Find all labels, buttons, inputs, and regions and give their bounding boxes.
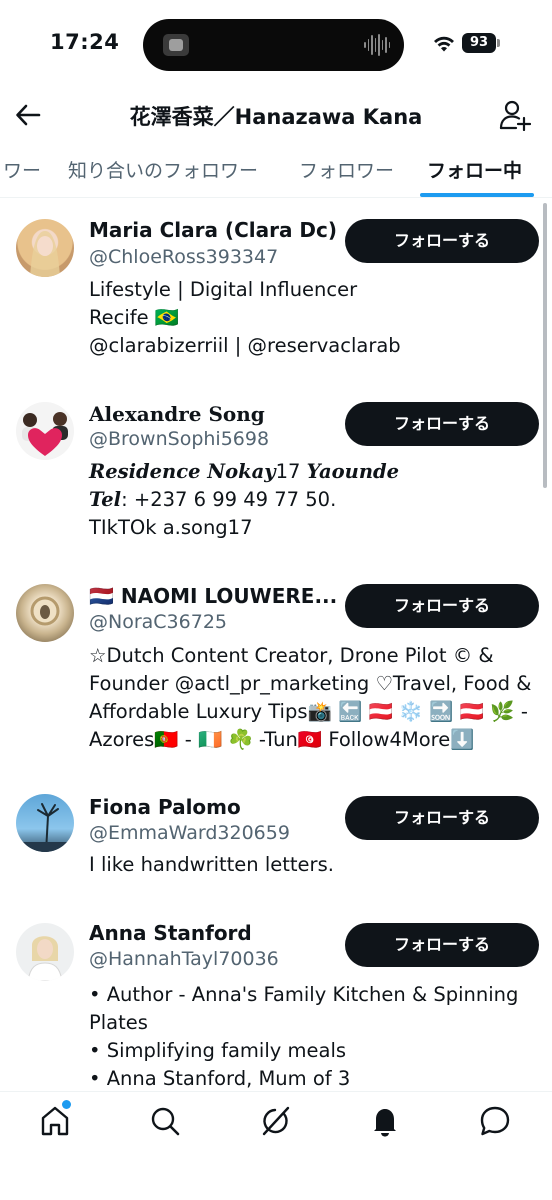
bio-line: • Simplifying family meals <box>89 1039 347 1062</box>
bio-line: Lifestyle | Digital Influencer <box>89 278 358 301</box>
user-handle: @NoraC36725 <box>89 611 228 633</box>
user-handle: @ChloeRoss393347 <box>89 246 279 268</box>
tab-known-followers[interactable]: 知り合いのフォロワー <box>68 156 258 183</box>
user-bio: ☆Dutch Content Creator, Drone Pilot © & … <box>89 642 539 754</box>
bio-city: Yaounde <box>306 460 400 483</box>
tab-followers-partial[interactable]: ワー <box>3 156 41 183</box>
user-bio: Residence Nokay17 Yaounde Tel: +237 6 99… <box>89 458 539 542</box>
bio-line: I like handwritten letters. <box>89 853 334 876</box>
battery-tip <box>497 39 500 47</box>
avatar[interactable] <box>16 584 74 642</box>
user-handle: @EmmaWard320659 <box>89 822 290 844</box>
notifications-icon[interactable] <box>368 1104 402 1138</box>
bio-tel-number: : +237 6 99 49 77 50. <box>121 488 337 511</box>
header: 花澤香菜／Hanazawa Kana <box>0 88 552 144</box>
user-name[interactable]: 🇳🇱 NAOMI LOUWERE... <box>89 584 337 608</box>
dynamic-island <box>143 19 404 71</box>
tab-bar: ワー 知り合いのフォロワー フォロワー フォロー中 <box>0 144 552 198</box>
bio-line: Recife 🇧🇷 <box>89 306 180 329</box>
bio-tel-label: Tel <box>89 488 122 511</box>
grok-icon[interactable] <box>258 1104 292 1138</box>
home-icon[interactable] <box>38 1104 72 1138</box>
active-tab-indicator <box>420 193 534 197</box>
messages-icon[interactable] <box>478 1104 512 1138</box>
user-handle: @HannahTayl70036 <box>89 948 279 970</box>
wifi-icon <box>434 36 454 52</box>
follow-button[interactable]: フォローする <box>345 923 539 967</box>
bio-line: • Anna Stanford, Mum of 3 <box>89 1067 351 1090</box>
user-name[interactable]: Alexandre Song <box>89 402 265 426</box>
now-playing-artwork-icon <box>163 34 189 56</box>
back-arrow-icon[interactable] <box>14 101 42 129</box>
avatar[interactable] <box>16 402 74 460</box>
bio-line: @clarabizerriil | @reservaclarab <box>89 334 401 357</box>
user-name[interactable]: Maria Clara (Clara Dc) <box>89 218 337 242</box>
status-bar: 17:24 93 <box>0 0 552 88</box>
follow-button[interactable]: フォローする <box>345 796 539 840</box>
scrollbar[interactable] <box>543 203 547 488</box>
status-time: 17:24 <box>50 30 120 54</box>
bio-line: • Author - Anna's Family Kitchen & Spinn… <box>89 983 525 1034</box>
following-list: Maria Clara (Clara Dc) @ChloeRoss393347 … <box>0 199 552 1091</box>
user-bio: • Author - Anna's Family Kitchen & Spinn… <box>89 981 539 1091</box>
search-icon[interactable] <box>148 1104 182 1138</box>
avatar[interactable] <box>16 923 74 981</box>
tab-followers[interactable]: フォロワー <box>299 156 394 183</box>
audio-waveform-icon <box>364 33 390 57</box>
avatar[interactable] <box>16 794 74 852</box>
follow-button[interactable]: フォローする <box>345 584 539 628</box>
user-name[interactable]: Anna Stanford <box>89 921 252 945</box>
tab-following[interactable]: フォロー中 <box>427 156 522 183</box>
user-bio: Lifestyle | Digital Influencer Recife 🇧🇷… <box>89 276 539 360</box>
follow-button[interactable]: フォローする <box>345 219 539 263</box>
follow-button[interactable]: フォローする <box>345 402 539 446</box>
user-name[interactable]: Fiona Palomo <box>89 795 241 819</box>
bio-number: 17 <box>275 460 307 483</box>
user-bio: I like handwritten letters. <box>89 851 539 879</box>
bio-line: TIkTOk a.song17 <box>89 516 253 539</box>
avatar[interactable] <box>16 219 74 277</box>
home-notification-dot <box>62 1100 71 1109</box>
add-user-icon[interactable] <box>499 99 531 131</box>
user-handle: @BrownSophi5698 <box>89 428 270 450</box>
bottom-nav <box>0 1091 552 1200</box>
battery-indicator: 93 <box>462 33 496 53</box>
bio-line: ☆Dutch Content Creator, Drone Pilot © & … <box>89 644 538 751</box>
page-title: 花澤香菜／Hanazawa Kana <box>129 105 423 129</box>
bio-residence: Residence Nokay <box>89 460 276 483</box>
